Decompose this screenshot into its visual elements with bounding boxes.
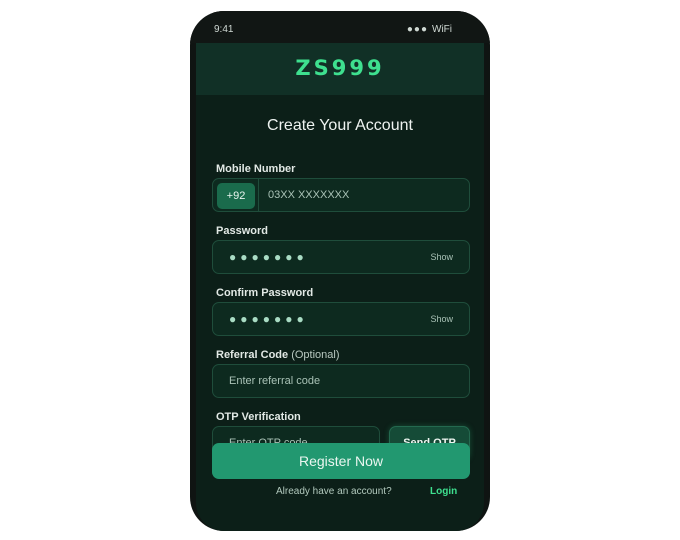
status-indicators: ●●● WiFi bbox=[407, 24, 452, 35]
password-masked-value: ●●●●●●● bbox=[229, 250, 308, 264]
referral-field[interactable] bbox=[212, 364, 470, 398]
mobile-label: Mobile Number bbox=[216, 163, 296, 175]
phone-frame: 9:41 ●●● WiFi ZS999 Create Your Account M… bbox=[190, 11, 490, 531]
referral-input[interactable] bbox=[229, 365, 459, 397]
registration-screen: ZS999 Create Your Account Mobile Number … bbox=[196, 43, 484, 531]
confirm-password-show-toggle[interactable]: Show bbox=[430, 314, 453, 324]
password-label: Password bbox=[216, 225, 268, 237]
referral-label-text: Referral Code bbox=[216, 349, 289, 361]
prefix-divider bbox=[258, 179, 259, 211]
confirm-password-label: Confirm Password bbox=[216, 287, 314, 299]
brand-header: ZS999 bbox=[196, 43, 484, 95]
password-show-toggle[interactable]: Show bbox=[430, 252, 453, 262]
otp-label: OTP Verification bbox=[216, 411, 301, 423]
password-field[interactable]: ●●●●●●● Show bbox=[212, 240, 470, 274]
mobile-input[interactable] bbox=[268, 179, 458, 211]
register-button[interactable]: Register Now bbox=[212, 443, 470, 479]
confirm-password-field[interactable]: ●●●●●●● Show bbox=[212, 302, 470, 336]
status-time: 9:41 bbox=[214, 24, 234, 35]
signal-icon: ●●● bbox=[406, 24, 428, 35]
login-prompt: Already have an account? bbox=[276, 486, 392, 497]
country-code-selector[interactable]: +92 bbox=[217, 183, 255, 209]
wifi-label: WiFi bbox=[432, 24, 452, 35]
login-link[interactable]: Login bbox=[430, 486, 457, 497]
confirm-password-masked-value: ●●●●●●● bbox=[229, 312, 308, 326]
status-bar: 9:41 ●●● WiFi bbox=[190, 11, 490, 43]
page-title: Create Your Account bbox=[267, 117, 413, 134]
referral-optional-note: (Optional) bbox=[291, 349, 340, 361]
mobile-field[interactable]: +92 bbox=[212, 178, 470, 212]
referral-label: Referral Code (Optional) bbox=[216, 349, 340, 361]
brand-logo: ZS999 bbox=[295, 56, 385, 80]
